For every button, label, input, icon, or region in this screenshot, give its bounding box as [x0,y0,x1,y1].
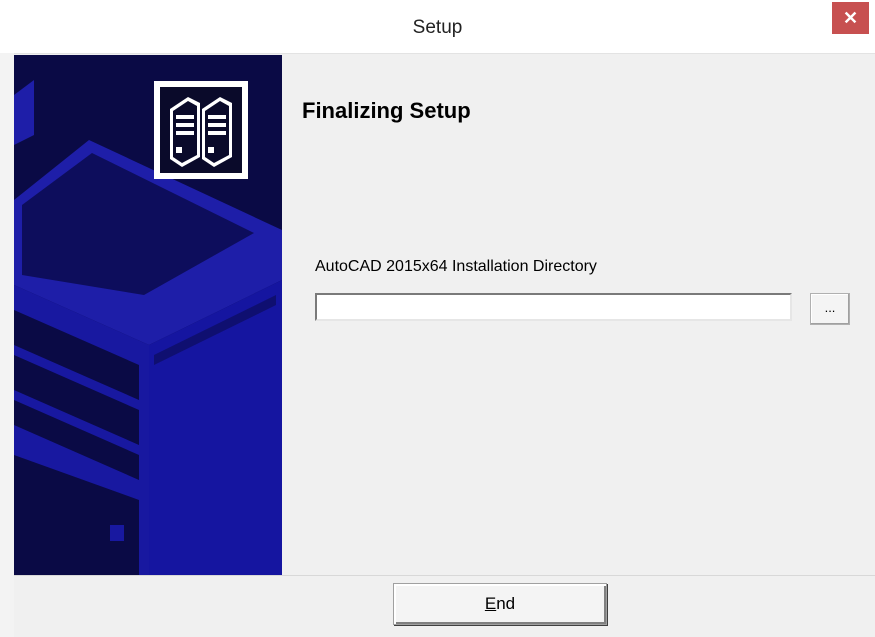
servers-logo-icon [170,97,232,167]
window-frame-left [0,53,14,637]
bottom-divider [14,575,875,576]
close-icon: ✕ [842,8,859,28]
window-title: Setup [412,17,463,38]
side-art-panel [14,55,282,575]
end-button-label: nd [496,594,516,613]
end-button[interactable]: End [393,583,607,625]
browse-button[interactable]: ... [810,293,850,325]
setup-window: Setup ✕ Finalizing Setup AutoCAD 2015x64… [0,0,875,637]
end-button-mnemonic: E [484,594,497,613]
logo-frame [154,81,248,179]
page-heading: Finalizing Setup [302,98,471,123]
install-dir-label: AutoCAD 2015x64 Installation Directory [315,258,597,275]
install-dir-input[interactable] [315,293,792,321]
title-bar[interactable]: Setup ✕ [0,0,875,54]
close-button[interactable]: ✕ [832,2,869,34]
